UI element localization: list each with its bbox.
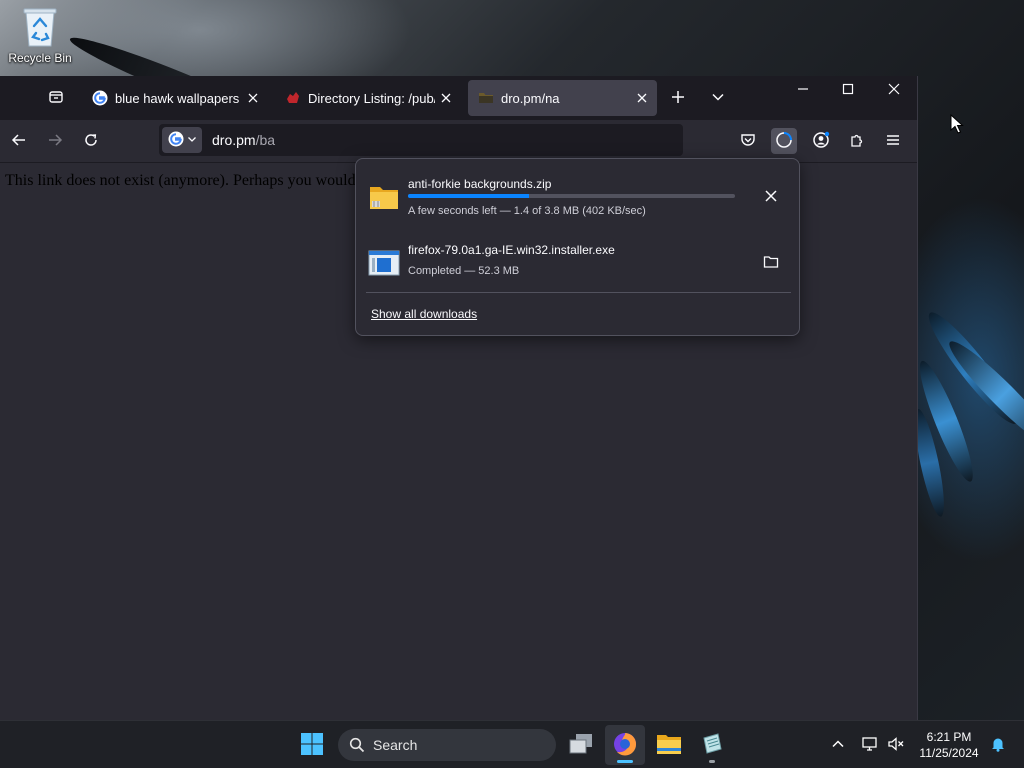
notepad-app-icon (700, 732, 724, 759)
page-message: This link does not exist (anymore). Perh… (5, 172, 355, 189)
search-icon (349, 737, 365, 753)
url-host: dro.pm (212, 132, 256, 148)
installer-icon (368, 247, 400, 279)
tab-strip: blue hawk wallpapers - Go Directory List… (0, 76, 917, 120)
downloads-panel: anti-forkie backgrounds.zip A few second… (355, 158, 800, 336)
close-icon (888, 83, 900, 98)
navigation-toolbar: dro.pm/ba (0, 120, 917, 163)
google-icon (168, 131, 184, 150)
task-view-button[interactable] (561, 725, 601, 765)
download-progress-icon (775, 131, 793, 152)
pocket-icon (740, 132, 756, 151)
forward-button[interactable] (42, 128, 68, 154)
url-text: dro.pm/ba (212, 132, 275, 148)
arrow-left-icon (11, 132, 27, 151)
start-button[interactable] (292, 725, 332, 765)
recycle-bin-label: Recycle Bin (8, 51, 72, 65)
tab-google-search[interactable]: blue hawk wallpapers - Go (82, 80, 268, 116)
clock-time: 6:21 PM (926, 730, 972, 744)
tab-title: dro.pm/na (501, 90, 560, 106)
download-status: Completed — 52.3 MB (408, 265, 520, 277)
chevron-up-icon (831, 737, 845, 754)
panel-separator (366, 292, 791, 293)
network-icon (861, 736, 879, 755)
maximize-icon (842, 83, 854, 98)
folder-dark-icon (478, 90, 494, 106)
notifications-button[interactable] (984, 725, 1012, 765)
address-bar[interactable]: dro.pm/ba (159, 124, 683, 156)
chevron-down-icon (187, 133, 197, 147)
tab-dro-pm[interactable]: dro.pm/na (468, 80, 657, 116)
volume-button[interactable] (882, 725, 910, 765)
firefox-view-button[interactable] (44, 86, 68, 110)
minimize-icon (797, 83, 809, 98)
show-hidden-icons-button[interactable] (824, 725, 852, 765)
close-icon (764, 189, 778, 206)
volume-muted-icon (887, 736, 905, 755)
search-engine-button[interactable] (162, 127, 202, 153)
firefox-icon (612, 731, 638, 760)
taskbar-app[interactable] (692, 725, 732, 765)
download-item-installer[interactable]: firefox-79.0a1.ga-IE.win32.installer.exe… (366, 233, 791, 291)
recycle-bin[interactable]: Recycle Bin (6, 6, 74, 65)
menu-button[interactable] (880, 128, 906, 154)
show-all-downloads-button[interactable]: Show all downloads (371, 307, 477, 321)
url-path: /ba (255, 132, 276, 148)
tab-title: Directory Listing: /pub/fire (308, 90, 435, 106)
mouse-cursor-icon (950, 113, 964, 137)
tab-title: blue hawk wallpapers - Go (115, 90, 242, 106)
show-in-folder-button[interactable] (757, 249, 785, 277)
folder-icon (763, 254, 779, 273)
windows-logo-icon (300, 732, 324, 759)
puzzle-icon (849, 132, 865, 151)
download-status: A few seconds left — 1.4 of 3.8 MB (402 … (408, 205, 646, 217)
archive-red-icon (285, 90, 301, 106)
bell-icon (990, 736, 1006, 755)
minimize-button[interactable] (786, 76, 820, 104)
close-window-button[interactable] (877, 76, 911, 104)
download-filename: anti-forkie backgrounds.zip (408, 177, 552, 191)
running-indicator (709, 760, 715, 763)
hamburger-icon (885, 132, 901, 151)
list-all-tabs-button[interactable] (706, 86, 730, 110)
search-label: Search (373, 737, 418, 753)
download-filename: firefox-79.0a1.ga-IE.win32.installer.exe (408, 243, 615, 257)
account-button[interactable] (808, 128, 834, 154)
extensions-button[interactable] (844, 128, 870, 154)
network-button[interactable] (856, 725, 884, 765)
cancel-download-button[interactable] (757, 183, 785, 211)
download-item-zip[interactable]: anti-forkie backgrounds.zip A few second… (366, 167, 791, 225)
downloads-button[interactable] (771, 128, 797, 154)
reload-button[interactable] (78, 128, 104, 154)
download-progress-fill (408, 194, 529, 198)
close-icon[interactable] (633, 89, 651, 107)
firefox-view-icon (48, 89, 64, 108)
close-icon[interactable] (244, 89, 262, 107)
account-icon (812, 131, 830, 152)
taskbar: Search 6:21 PM 11/25/2024 (0, 720, 1024, 768)
close-icon[interactable] (437, 89, 455, 107)
system-clock[interactable]: 6:21 PM 11/25/2024 (913, 729, 985, 761)
new-tab-button[interactable] (666, 86, 690, 110)
taskbar-firefox[interactable] (605, 725, 645, 765)
zip-folder-icon (368, 181, 400, 213)
recycle-bin-icon (22, 6, 58, 48)
taskbar-search-box[interactable]: Search (338, 729, 556, 761)
running-indicator (617, 760, 633, 763)
download-progress-bar (408, 194, 735, 198)
maximize-button[interactable] (831, 76, 865, 104)
reload-icon (83, 132, 99, 151)
taskbar-file-explorer[interactable] (649, 725, 689, 765)
clock-date: 11/25/2024 (919, 746, 979, 760)
plus-icon (671, 90, 685, 107)
chevron-down-icon (711, 90, 725, 107)
pocket-button[interactable] (735, 128, 761, 154)
arrow-right-icon (47, 132, 63, 151)
file-explorer-icon (656, 733, 682, 758)
google-icon (92, 90, 108, 106)
tab-directory-listing[interactable]: Directory Listing: /pub/fire (275, 80, 461, 116)
task-view-icon (568, 733, 594, 758)
back-button[interactable] (6, 128, 32, 154)
